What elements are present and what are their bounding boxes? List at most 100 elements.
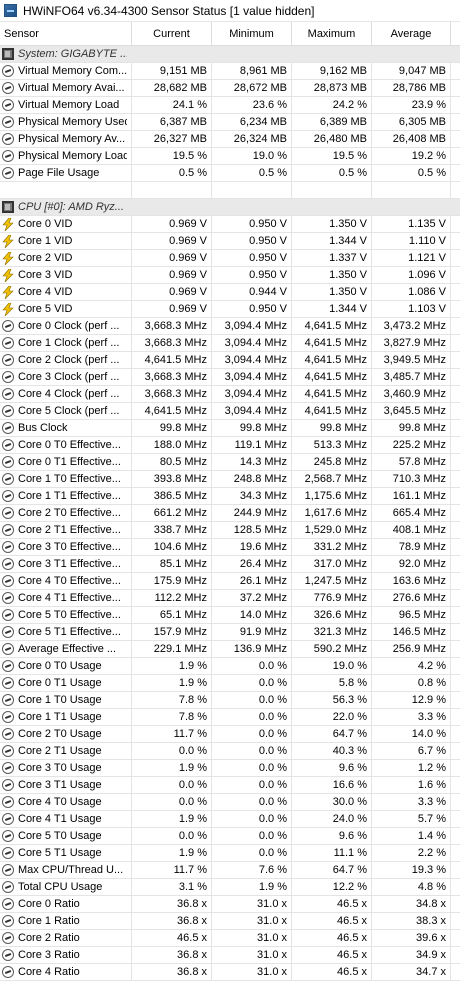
sensor-row[interactable]: Core 4 T1 Usage 1.9 % 0.0 % 24.0 % 5.7 % [0,811,460,828]
current-value: 3,668.3 MHz [132,335,212,351]
sensor-row[interactable]: Core 3 T1 Effective... 85.1 MHz 26.4 MHz 31… [0,556,460,573]
sensor-row[interactable]: Max CPU/Thread U... 11.7 % 7.6 % 64.7 % 19.3… [0,862,460,879]
minimum-value: 0.5 % [212,165,292,181]
sensor-row[interactable]: Core 2 Clock (perf ... 4,641.5 MHz 3,094.4… [0,352,460,369]
sensor-name-cell: Core 1 T0 Effective... [0,471,132,487]
sensor-row[interactable]: Core 3 Clock (perf ... 3,668.3 MHz 3,094.4… [0,369,460,386]
sensor-row[interactable]: Core 1 T1 Effective... 386.5 MHz 34.3 MHz 1… [0,488,460,505]
sensor-table: Sensor Current Minimum Maximum Average S… [0,21,460,981]
sensor-row[interactable]: Core 2 VID 0.969 V 0.950 V 1.337 V 1.121 V [0,250,460,267]
sensor-row[interactable]: Core 5 T1 Usage 1.9 % 0.0 % 11.1 % 2.2 % [0,845,460,862]
minimum-value: 14.0 MHz [212,607,292,623]
average-value: 3,473.2 MHz [372,318,451,334]
sensor-row[interactable]: Core 1 Ratio 36.8 x 31.0 x 46.5 x 38.3 x [0,913,460,930]
sensor-label: Core 2 Ratio [18,932,80,944]
sensor-row[interactable]: Physical Memory Av... 26,327 MB 26,324 MB 2… [0,131,460,148]
sensor-row[interactable]: Core 5 T0 Effective... 65.1 MHz 14.0 MHz 32… [0,607,460,624]
gauge-icon [2,167,14,179]
sensor-row[interactable]: Core 3 T1 Usage 0.0 % 0.0 % 16.6 % 1.6 % [0,777,460,794]
average-value: 14.0 % [372,726,451,742]
current-value: 1.9 % [132,675,212,691]
minimum-value: 0.0 % [212,828,292,844]
sensor-row[interactable]: Core 5 T1 Effective... 157.9 MHz 91.9 MHz 3… [0,624,460,641]
sensor-group-row[interactable]: CPU [#0]: AMD Ryz... [0,199,460,216]
maximum-value: 1,529.0 MHz [292,522,372,538]
sensor-name-cell: Core 3 Clock (perf ... [0,369,132,385]
sensor-row[interactable]: Physical Memory Load 19.5 % 19.0 % 19.5 % 19… [0,148,460,165]
sensor-row[interactable]: Core 3 T0 Effective... 104.6 MHz 19.6 MHz 3… [0,539,460,556]
average-value: 38.3 x [372,913,451,929]
sensor-row[interactable]: Physical Memory Used 6,387 MB 6,234 MB 6,38… [0,114,460,131]
column-header-sensor[interactable]: Sensor [0,21,132,46]
current-value: 36.8 x [132,913,212,929]
sensor-row[interactable]: Core 0 Clock (perf ... 3,668.3 MHz 3,094.4… [0,318,460,335]
column-header-minimum[interactable]: Minimum [212,21,292,46]
sensor-label: Core 1 T1 Usage [18,711,102,723]
column-header-maximum[interactable]: Maximum [292,21,372,46]
average-value: 1.121 V [372,250,451,266]
sensor-row[interactable]: Core 5 Clock (perf ... 4,641.5 MHz 3,094.4… [0,403,460,420]
sensor-row[interactable]: Core 2 Ratio 46.5 x 31.0 x 46.5 x 39.6 x [0,930,460,947]
sensor-row[interactable]: Core 2 T0 Usage 11.7 % 0.0 % 64.7 % 14.0 % [0,726,460,743]
sensor-row[interactable]: Page File Usage 0.5 % 0.5 % 0.5 % 0.5 % [0,165,460,182]
minimum-value: 19.0 % [212,148,292,164]
gauge-icon [2,592,14,604]
sensor-row[interactable]: Core 0 T1 Effective... 80.5 MHz 14.3 MHz 24… [0,454,460,471]
sensor-row[interactable]: Virtual Memory Load 24.1 % 23.6 % 24.2 % 23.… [0,97,460,114]
sensor-row[interactable]: Core 3 T0 Usage 1.9 % 0.0 % 9.6 % 1.2 % [0,760,460,777]
sensor-row[interactable]: Core 1 Clock (perf ... 3,668.3 MHz 3,094.4… [0,335,460,352]
current-value: 0.0 % [132,743,212,759]
maximum-value: 56.3 % [292,692,372,708]
sensor-row[interactable]: Virtual Memory Com... 9,151 MB 8,961 MB 9,1… [0,63,460,80]
gauge-icon [2,660,14,672]
sensor-row[interactable]: Core 2 T0 Effective... 661.2 MHz 244.9 MHz… [0,505,460,522]
sensor-row[interactable]: Core 4 T1 Effective... 112.2 MHz 37.2 MHz 7… [0,590,460,607]
sensor-row[interactable]: Core 4 T0 Usage 0.0 % 0.0 % 30.0 % 3.3 % [0,794,460,811]
sensor-name-cell: Core 2 Ratio [0,930,132,946]
sensor-row[interactable]: Core 3 Ratio 36.8 x 31.0 x 46.5 x 34.9 x [0,947,460,964]
average-value: 5.7 % [372,811,451,827]
column-header-row: Sensor Current Minimum Maximum Average [0,21,460,46]
sensor-row[interactable]: Core 5 T0 Usage 0.0 % 0.0 % 9.6 % 1.4 % [0,828,460,845]
sensor-name-cell: Core 4 T0 Effective... [0,573,132,589]
sensor-row[interactable]: Core 4 VID 0.969 V 0.944 V 1.350 V 1.086 V [0,284,460,301]
sensor-row[interactable]: Core 0 T0 Usage 1.9 % 0.0 % 19.0 % 4.2 % [0,658,460,675]
sensor-row[interactable]: Core 2 T1 Usage 0.0 % 0.0 % 40.3 % 6.7 % [0,743,460,760]
sensor-row[interactable]: Core 1 T0 Usage 7.8 % 0.0 % 56.3 % 12.9 % [0,692,460,709]
maximum-value: 513.3 MHz [292,437,372,453]
sensor-row[interactable]: Core 1 T1 Usage 7.8 % 0.0 % 22.0 % 3.3 % [0,709,460,726]
gauge-icon [2,99,14,111]
sensor-row[interactable]: Core 1 T0 Effective... 393.8 MHz 248.8 MHz… [0,471,460,488]
maximum-value: 4,641.5 MHz [292,369,372,385]
sensor-row[interactable]: Core 0 Ratio 36.8 x 31.0 x 46.5 x 34.8 x [0,896,460,913]
gauge-icon [2,813,14,825]
sensor-row[interactable]: Core 1 VID 0.969 V 0.950 V 1.344 V 1.110 V [0,233,460,250]
sensor-row[interactable]: Core 0 T1 Usage 1.9 % 0.0 % 5.8 % 0.8 % [0,675,460,692]
sensor-row[interactable]: Bus Clock 99.8 MHz 99.8 MHz 99.8 MHz 99.8 MH… [0,420,460,437]
sensor-row[interactable]: Core 3 VID 0.969 V 0.950 V 1.350 V 1.096 V [0,267,460,284]
column-header-current[interactable]: Current [132,21,212,46]
current-value: 104.6 MHz [132,539,212,555]
sensor-row[interactable]: Core 0 T0 Effective... 188.0 MHz 119.1 MHz… [0,437,460,454]
minimum-value: 0.0 % [212,726,292,742]
column-header-average[interactable]: Average [372,21,451,46]
sensor-name-cell: Core 3 T1 Usage [0,777,132,793]
sensor-row[interactable]: Core 4 T0 Effective... 175.9 MHz 26.1 MHz 1… [0,573,460,590]
sensor-row[interactable]: Core 5 VID 0.969 V 0.950 V 1.344 V 1.103 V [0,301,460,318]
sensor-row[interactable]: Core 2 T1 Effective... 338.7 MHz 128.5 MHz… [0,522,460,539]
current-value [132,199,212,215]
sensor-row[interactable]: Virtual Memory Avai... 28,682 MB 28,672 MB… [0,80,460,97]
sensor-row[interactable]: Total CPU Usage 3.1 % 1.9 % 12.2 % 4.8 % [0,879,460,896]
minimum-value [212,46,292,62]
sensor-row[interactable]: Core 4 Ratio 36.8 x 31.0 x 46.5 x 34.7 x [0,964,460,981]
sensor-name-cell: Core 2 T0 Usage [0,726,132,742]
current-value: 80.5 MHz [132,454,212,470]
sensor-row[interactable]: Core 4 Clock (perf ... 3,668.3 MHz 3,094.4… [0,386,460,403]
spacer-row [0,182,460,199]
sensor-row[interactable]: Average Effective ... 229.1 MHz 136.9 MHz 5… [0,641,460,658]
maximum-value: 24.0 % [292,811,372,827]
sensor-group-row[interactable]: System: GIGABYTE ... [0,46,460,63]
sensor-label: Core 0 Clock (perf ... [18,320,120,332]
sensor-row[interactable]: Core 0 VID 0.969 V 0.950 V 1.350 V 1.135 V [0,216,460,233]
average-value: 1.110 V [372,233,451,249]
